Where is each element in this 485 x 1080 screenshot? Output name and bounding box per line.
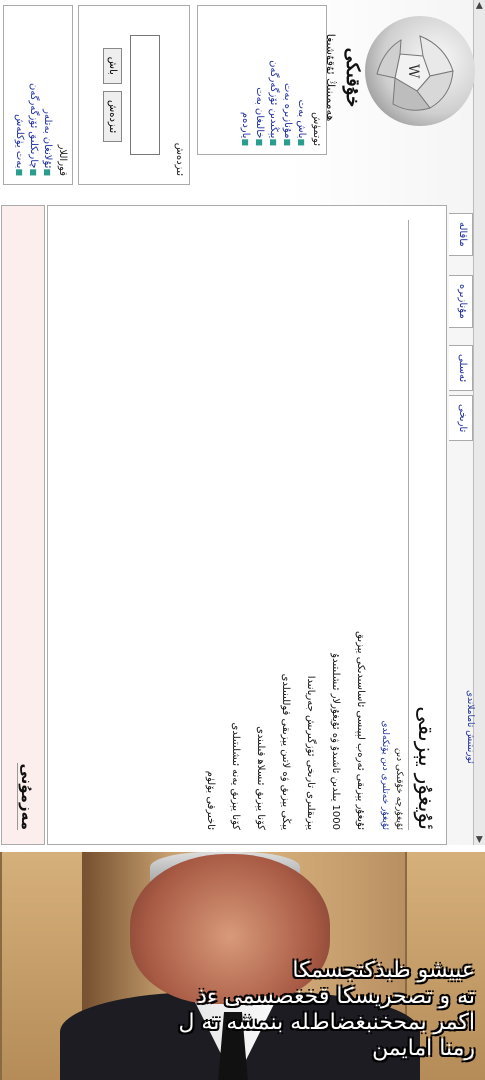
nav-item-recent-changes[interactable]: ﻳﯧﯖﯩﺪﯨﻦ ﺋﯚﺯﮔﻪﺭﮔﻪﻥ [268,14,279,146]
meme-photo: ﻋﻴﻴﺸﻮ ﻇﺒﺬﻛﺘﺠﺴﻤﻜﺎ ﺗﻪ ﻭ ﺗﺼﺤﺮﻳﺴﻜﺎ ﻗﺨﻐﺼﺴﻤﻰ ﺀ… [0,852,485,1080]
puzzle-globe-icon: W [376,35,454,111]
svg-text:W: W [405,64,421,79]
search-button[interactable]: ﺋﯩﺰﺩﻩﺵ [103,91,122,143]
navigation-box: ﺋﻮﺗﻤﯜﺵ ﺑﺎﺵ ﺑﻪﺕ ﻣﯘﻧﺎﺯﯨﺮﻩ ﺑﻪﺕ ﻳﯧﯖﯩﺪﯨﻦ ﺋﯚﺯﮔ… [197,5,327,155]
section-heading: ﻣﻪﺯﻣﯘﻧﻰ [17,763,36,830]
nav-item-random-page[interactable]: ﺧﺎﻟﯩﻐﺎﻥ ﺑﻪﺕ [254,14,265,146]
nav-item-discussion[interactable]: ﻣﯘﻧﺎﺯﯨﺮﻩ ﺑﻪﺕ [282,14,293,146]
scroll-right-arrow-icon[interactable]: ▶ [474,836,484,843]
caption-line: ﺗﻪ ﻭ ﺗﺼﺤﺮﻳﺴﻜﺎ ﻗﺨﻐﺼﺴﻤﻰ ﺀﺫ [197,984,475,1009]
tools-box-title: ﻗﻮﺭﺍﻟﻼﺭ [57,144,68,176]
wiki-globe-logo[interactable]: W [365,16,475,126]
nav-item-help[interactable]: ﻳﺎﺭﺩﻩﻡ [240,14,251,146]
caption-line: ﺭﻣﻨﺎ ﺍﻣﺎﻳﻤﻦ [372,1036,475,1061]
tool-item-what-links-here[interactable]: ﺋﯘﻻﻧﻐﺎﻥ ﺑﻪﺗﻠﻪﺭ [42,14,53,176]
tab-source[interactable]: ﺋﻪﺳﻠﻰ [449,345,473,392]
tab-history[interactable]: ﺗﺎﺭﯨﺨﻰ [449,395,473,442]
nav-item-main-page[interactable]: ﺑﺎﺵ ﺑﻪﺕ [296,14,307,146]
meme-caption: ﻋﻴﻴﺸﻮ ﻇﺒﺬﻛﺘﺠﺴﻤﻜﺎ ﺗﻪ ﻭ ﺗﺼﺤﺮﻳﺴﻜﺎ ﻗﺨﻐﺼﺴﻤﻰ ﺀ… [25,958,475,1062]
scroll-left-arrow-icon[interactable]: ◀ [474,2,484,9]
tab-article[interactable]: ﻣﺎﻗﺎﻟﻪ [449,213,473,256]
caption-line: ﺍﻛﻤﺮ ﺑﻤﺤﺨﻨﺒﻐﻀﺎﻁﻠﻪ ﺑﻨﻤﺸﻪ ﺗﻪ ﻝ [178,1010,475,1035]
wiki-name: ﺧﯘﻗﯩﻜﻰ [342,47,363,108]
navigation-box-title: ﺋﻮﺗﻤﯜﺵ [311,112,322,146]
rotated-wiki-page: ◀ ▶ W ﺧﯘﻗﯩﻜﻰ ﻫﻪﻣﻤﯩﻨﯩﯔ ﺋﯘﻗﯘﺷﯩﻐﺎ ﺋﻮﺗﻤﯜﺵ ﺑﺎ… [0,0,485,845]
tool-item-related-changes[interactable]: ﭼﺎﺭﯨﻜﻠﯩﻖ ﺋﯚﺯﮔﻪﺭﮔﻪﻥ [28,14,39,176]
search-box: ﺋﯩﺰﺩﻩﺵ ﺑﺎﺵ ﺋﯩﺰﺩﻩﺵ [78,5,190,185]
status-bar-text: ﺋﻮﺭﻧﯩﺘﯩﺶ ﺗﺎﻣﺎﻣﻼﻧﺪﻯ [465,690,475,764]
go-button[interactable]: ﺑﺎﺵ [103,47,122,84]
search-input[interactable] [130,35,160,155]
search-box-title: ﺋﯩﺰﺩﻩﺵ [174,142,185,176]
tool-item-upload[interactable]: ﺑﻪﺕ ﻳﯜﻛﻠﻪﺵ [14,14,25,176]
caption-line: ﻋﻴﻴﺸﻮ ﻇﺒﺬﻛﺘﺠﺴﻤﻜﺎ [292,958,475,983]
tools-box: ﻗﻮﺭﺍﻟﻼﺭ ﺋﯘﻻﻧﻐﺎﻥ ﺑﻪﺗﻠﻪﺭ ﭼﺎﺭﯨﻜﻠﯩﻖ ﺋﯚﺯﮔﻪﺭﮔﻪ… [3,5,73,185]
tab-discussion[interactable]: ﻣﯘﻧﺎﺯﯨﺮﻩ [449,275,473,328]
